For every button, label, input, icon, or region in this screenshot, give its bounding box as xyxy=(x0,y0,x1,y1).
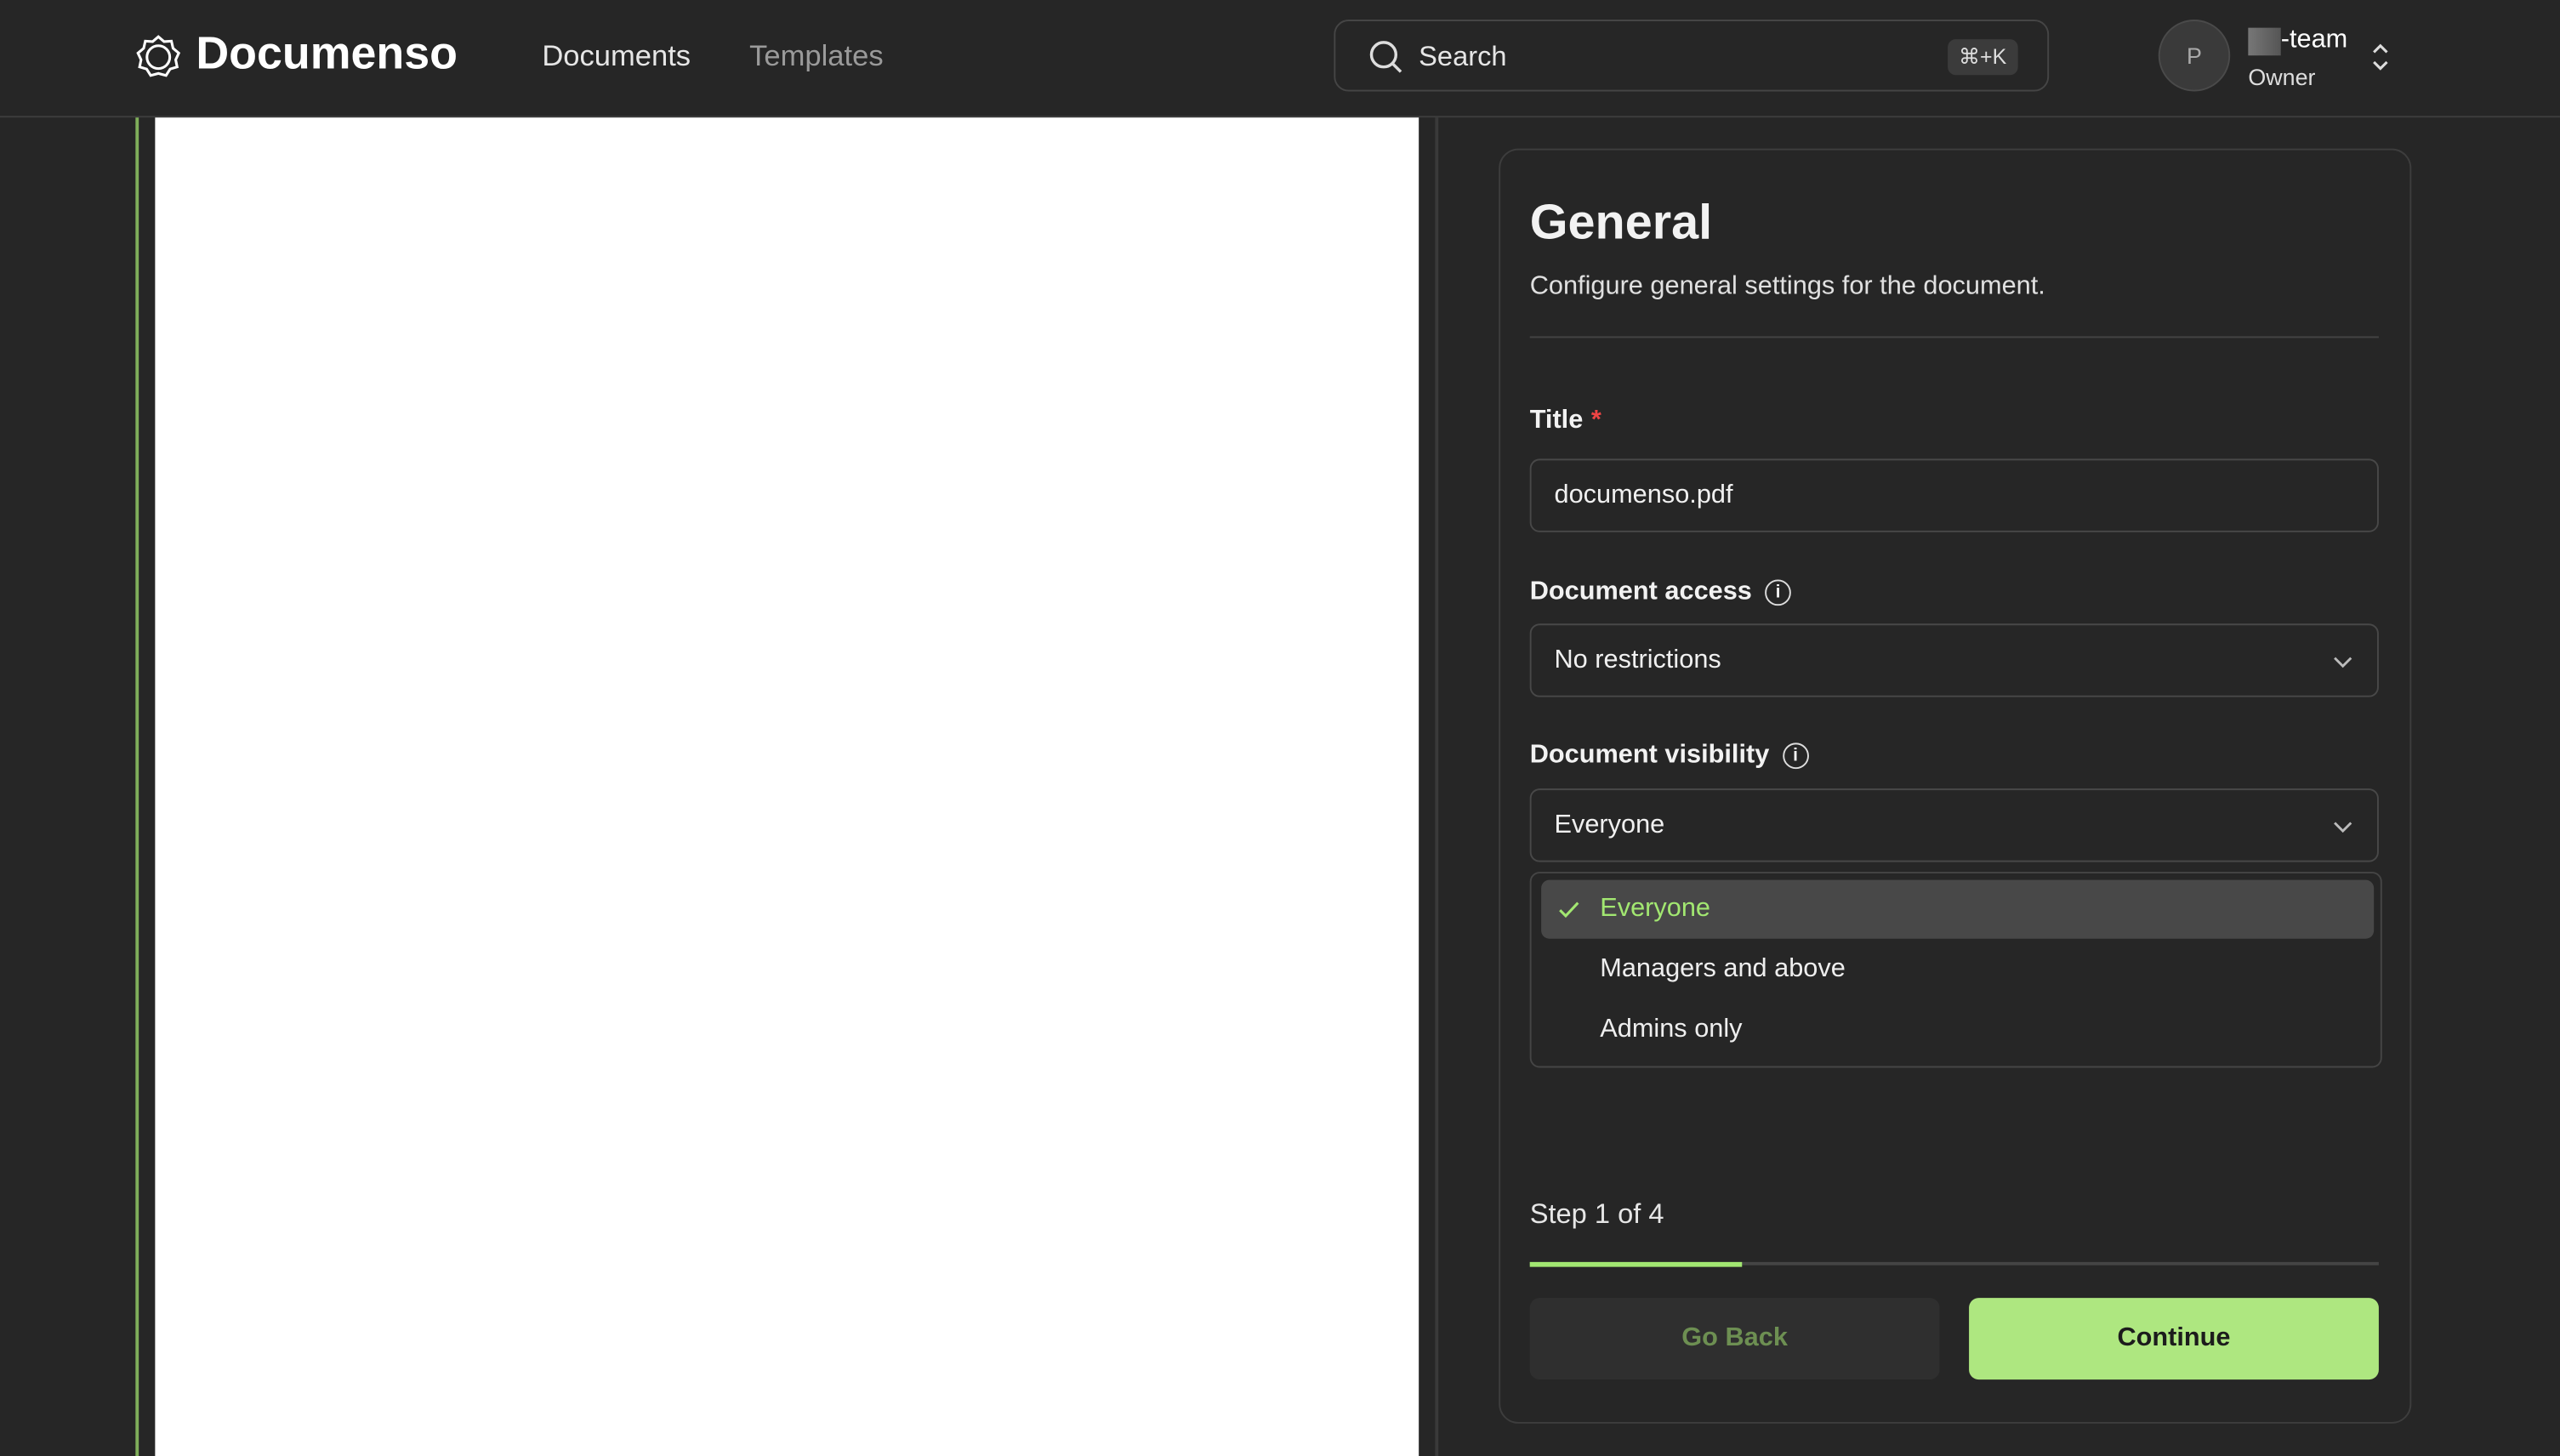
required-mark: * xyxy=(1590,406,1601,435)
team-role: Owner xyxy=(2248,63,2316,90)
brand-name[interactable]: Documenso xyxy=(196,28,458,80)
title-label: Title * xyxy=(1530,407,1601,436)
chevron-down-icon xyxy=(2334,821,2352,833)
search-shortcut: ⌘+K xyxy=(1947,39,2018,76)
info-icon[interactable]: i xyxy=(1782,742,1809,770)
search-icon xyxy=(1369,41,1402,73)
step-progress-track xyxy=(1529,1260,2379,1266)
redacted-block xyxy=(2248,26,2281,55)
title-label-text: Title xyxy=(1529,406,1584,435)
option-admins[interactable]: Admins only xyxy=(1541,1001,2374,1060)
panel-divider xyxy=(1529,336,2379,338)
document-preview xyxy=(155,117,1419,1456)
settings-panel xyxy=(1499,148,2412,1424)
visibility-select[interactable]: Everyone xyxy=(1529,788,2379,862)
chevron-down-icon xyxy=(2334,656,2352,668)
document-border-accent xyxy=(135,117,139,1456)
search-button[interactable]: Search ⌘+K xyxy=(1334,20,2050,92)
step-progress-fill xyxy=(1529,1260,1743,1266)
step-indicator: Step 1 of 4 xyxy=(1529,1198,1664,1230)
info-icon[interactable]: i xyxy=(1765,579,1791,606)
visibility-label-text: Document visibility xyxy=(1529,741,1770,770)
top-nav: Documenso Documents Templates Search ⌘+K… xyxy=(0,0,2560,118)
visibility-select-value: Everyone xyxy=(1554,810,1665,839)
option-everyone[interactable]: Everyone xyxy=(1541,879,2375,939)
documenso-logo-icon xyxy=(136,35,181,77)
app: Documenso Documents Templates Search ⌘+K… xyxy=(0,0,2560,1456)
divider xyxy=(1435,117,1439,1456)
go-back-button[interactable]: Go Back xyxy=(1529,1298,1940,1380)
avatar[interactable]: P xyxy=(2158,20,2231,92)
access-select-value: No restrictions xyxy=(1554,646,1721,674)
visibility-label: Document visibility i xyxy=(1530,742,1809,771)
continue-button[interactable]: Continue xyxy=(1969,1298,2379,1380)
visibility-dropdown: Everyone Managers and above Admins only xyxy=(1529,872,2382,1068)
team-name: -team xyxy=(2280,26,2348,54)
title-input[interactable]: documenso.pdf xyxy=(1529,458,2379,532)
search-placeholder: Search xyxy=(1419,40,1507,72)
option-label: Everyone xyxy=(1600,894,1711,923)
panel-title: General xyxy=(1529,196,1713,250)
chevron-up-down-icon[interactable] xyxy=(2370,43,2390,72)
nav-documents[interactable]: Documents xyxy=(542,39,691,73)
access-label: Document access i xyxy=(1530,578,1791,608)
title-input-value: documenso.pdf xyxy=(1554,481,1733,509)
team-switcher[interactable]: -team xyxy=(2248,26,2347,56)
option-label: Managers and above xyxy=(1600,954,1846,983)
panel-subtitle: Configure general settings for the docum… xyxy=(1529,272,2045,301)
access-select[interactable]: No restrictions xyxy=(1529,623,2379,697)
access-label-text: Document access xyxy=(1529,577,1752,606)
option-managers[interactable]: Managers and above xyxy=(1541,941,2374,999)
option-label: Admins only xyxy=(1600,1015,1743,1044)
check-icon xyxy=(1559,901,1579,919)
nav-templates[interactable]: Templates xyxy=(749,39,884,73)
